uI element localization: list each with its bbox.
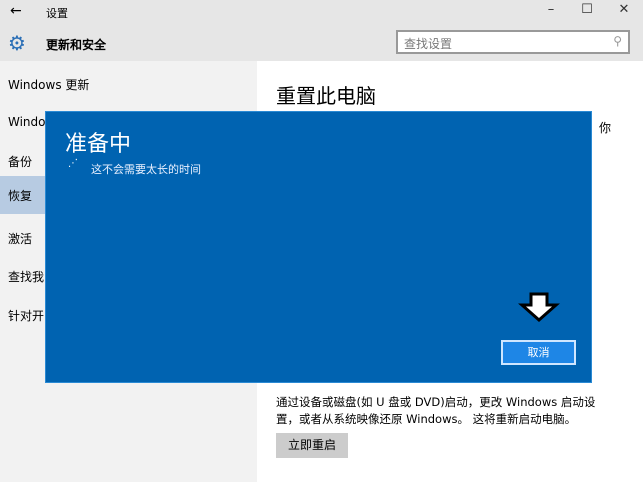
search-icon[interactable]: ⚲: [613, 34, 622, 48]
search-input[interactable]: 查找设置 ⚲: [396, 30, 630, 54]
dialog-subtitle: 这不会需要太长的时间: [91, 163, 201, 176]
cancel-button[interactable]: 取消: [501, 340, 576, 365]
sidebar-item-windows-update[interactable]: Windows 更新: [0, 65, 257, 103]
page-title: 更新和安全: [46, 38, 107, 52]
partial-text: 你: [599, 121, 612, 135]
minimize-button[interactable]: –: [541, 2, 561, 17]
preparing-dialog: 准备中 ⋰ 这不会需要太长的时间 取消: [45, 111, 592, 383]
dialog-title: 准备中: [65, 132, 132, 157]
header: ⚙ 更新和安全 查找设置 ⚲: [0, 25, 643, 61]
gear-icon: ⚙: [8, 31, 26, 55]
advanced-startup-description: 通过设备或磁盘(如 U 盘或 DVD)启动，更改 Windows 启动设置，或者…: [276, 395, 596, 426]
arrow-down-icon: [518, 292, 560, 322]
window-title: 设置: [46, 7, 68, 20]
maximize-button[interactable]: ☐: [577, 2, 597, 17]
section-title: 重置此电脑: [276, 84, 376, 108]
close-button[interactable]: ✕: [614, 2, 634, 17]
search-placeholder: 查找设置: [404, 37, 453, 51]
restart-now-button[interactable]: 立即重启: [276, 433, 348, 458]
spinner-icon: ⋰: [68, 158, 78, 169]
back-button[interactable]: ←: [10, 3, 22, 19]
title-bar: ← 设置 – ☐ ✕: [0, 0, 643, 25]
